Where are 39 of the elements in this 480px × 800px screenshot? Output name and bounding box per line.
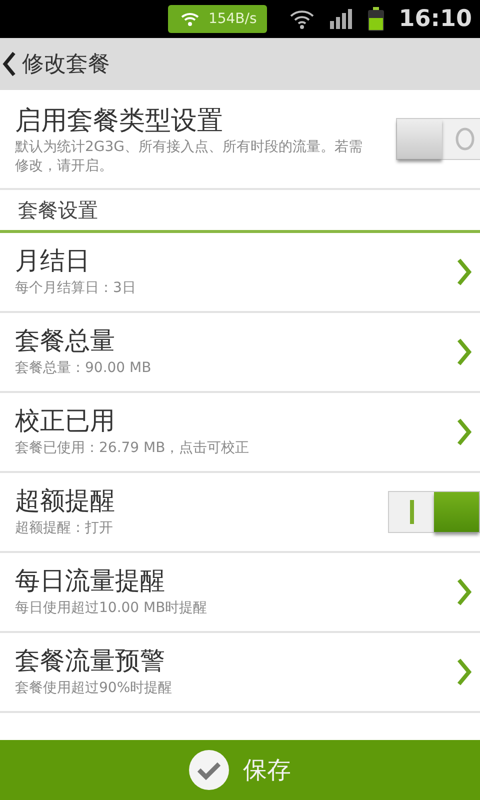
settings-row[interactable]: 每日流量提醒 每日使用超过10.00 MB时提醒: [0, 553, 480, 633]
row-subtitle: 每个月结算日：3日: [15, 279, 137, 298]
chevron-right-icon: [456, 418, 472, 446]
bar-icon: [408, 500, 414, 524]
row-title: 校正已用: [15, 405, 116, 437]
row-title: 月结日: [15, 245, 91, 277]
settings-row[interactable]: 月结日 每个月结算日：3日: [0, 233, 480, 313]
row-subtitle: 套餐已使用：26.79 MB，点击可校正: [15, 439, 250, 458]
toggle-switch[interactable]: [388, 491, 480, 533]
row-title: 超额提醒: [15, 485, 116, 517]
speed-text: 154B/s: [208, 11, 257, 27]
row-title: 套餐总量: [15, 325, 116, 357]
toggle-switch[interactable]: [396, 118, 480, 160]
chevron-right-icon: [456, 338, 472, 366]
row-subtitle: 超额提醒：打开: [15, 519, 114, 538]
wifi-icon: [288, 9, 315, 29]
clock: 16:10: [398, 6, 472, 32]
settings-row[interactable]: 套餐总量 套餐总量：90.00 MB: [0, 313, 480, 393]
section-header: 套餐设置: [0, 190, 480, 233]
battery-icon: [366, 7, 385, 31]
row-subtitle: 套餐总量：90.00 MB: [15, 359, 152, 378]
settings-row[interactable]: 套餐流量预警 套餐使用超过90%时提醒: [0, 633, 480, 713]
check-icon: [189, 750, 229, 790]
setting-description: 默认为统计2G3G、所有接入点、所有时段的流量。若需修改，请开启。: [15, 138, 364, 176]
settings-row[interactable]: 校正已用 套餐已使用：26.79 MB，点击可校正: [0, 393, 480, 473]
wifi-icon: [180, 11, 200, 27]
row-subtitle: 套餐使用超过90%时提醒: [15, 679, 174, 698]
row-title: 每日流量提醒: [15, 565, 166, 597]
circle-icon: [454, 127, 476, 151]
back-button[interactable]: [0, 51, 16, 77]
setting-title: 启用套餐类型设置: [15, 104, 224, 138]
page-title: 修改套餐: [22, 51, 110, 79]
signal-icon: [328, 9, 353, 29]
chevron-right-icon: [456, 578, 472, 606]
settings-row[interactable]: 超额提醒 超额提醒：打开: [0, 473, 480, 553]
row-title: 套餐流量预警: [15, 645, 166, 677]
chevron-right-icon: [456, 258, 472, 286]
chevron-right-icon: [456, 658, 472, 686]
row-subtitle: 每日使用超过10.00 MB时提醒: [15, 599, 208, 618]
